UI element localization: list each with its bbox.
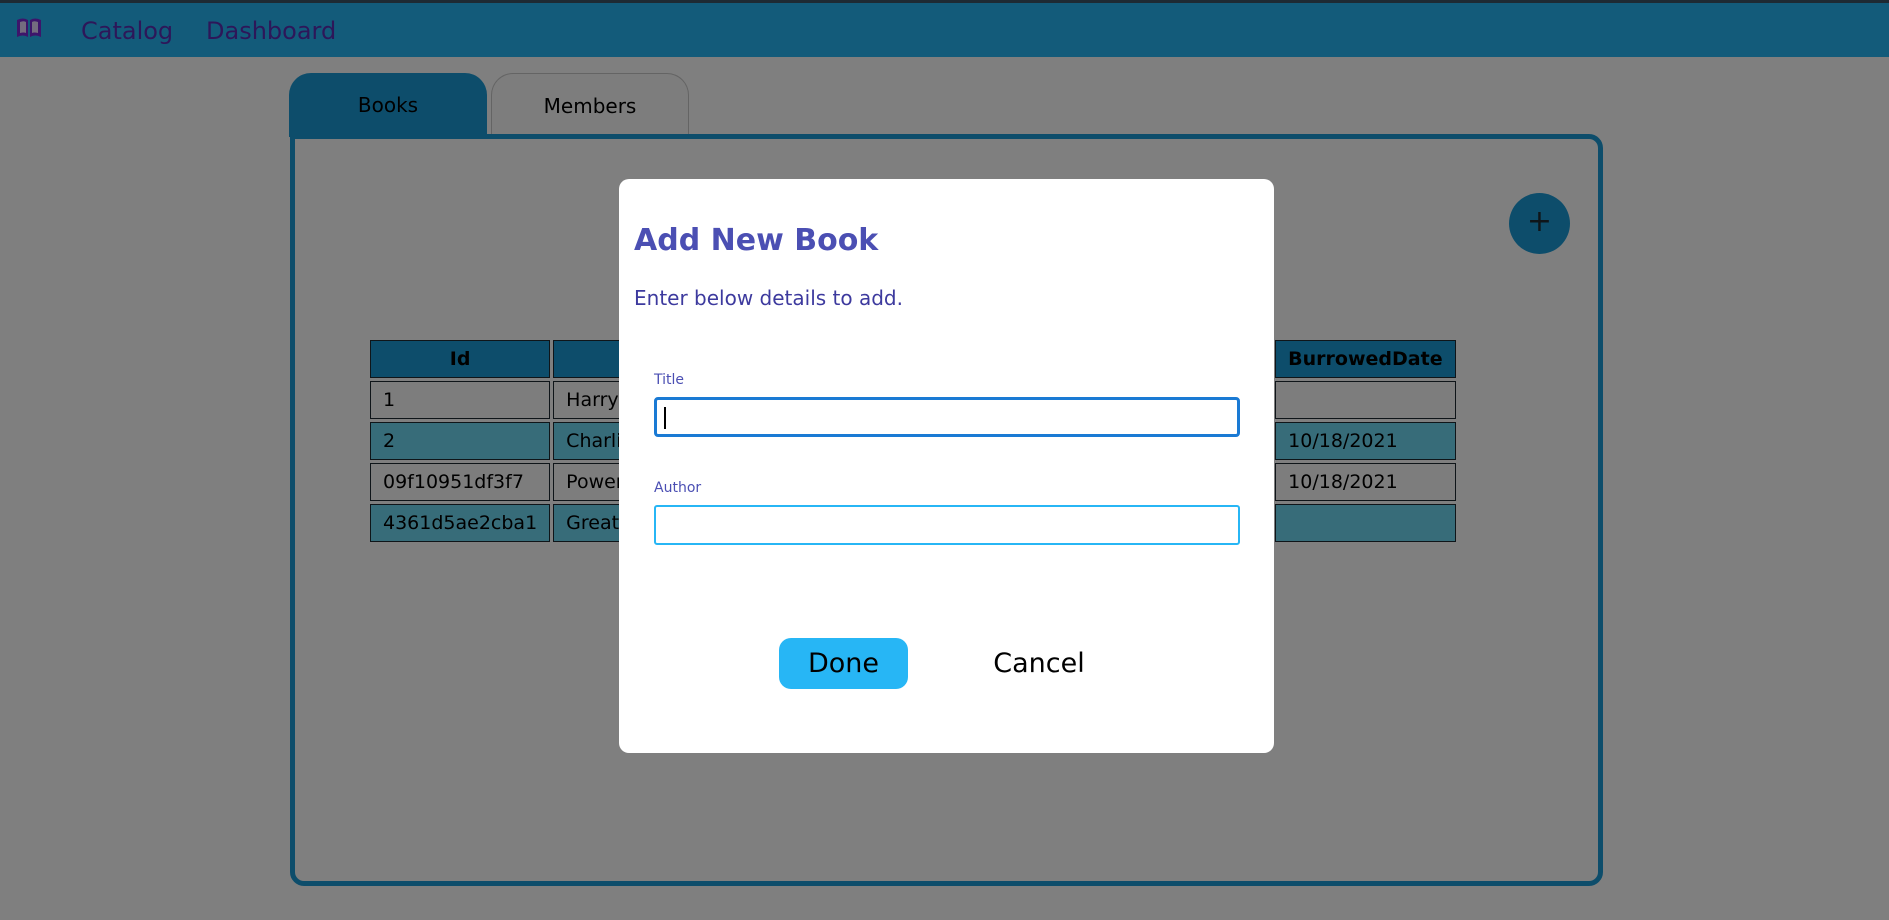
text-cursor: [664, 407, 666, 429]
dialog-subtitle: Enter below details to add.: [634, 286, 903, 310]
title-input[interactable]: [654, 397, 1240, 437]
done-button[interactable]: Done: [779, 638, 908, 689]
author-input[interactable]: [654, 505, 1240, 545]
add-book-dialog: Add New Book Enter below details to add.…: [619, 179, 1274, 753]
cancel-button[interactable]: Cancel: [959, 638, 1119, 689]
author-label: Author: [654, 480, 702, 496]
title-label: Title: [654, 372, 685, 388]
dialog-title: Add New Book: [634, 223, 879, 258]
